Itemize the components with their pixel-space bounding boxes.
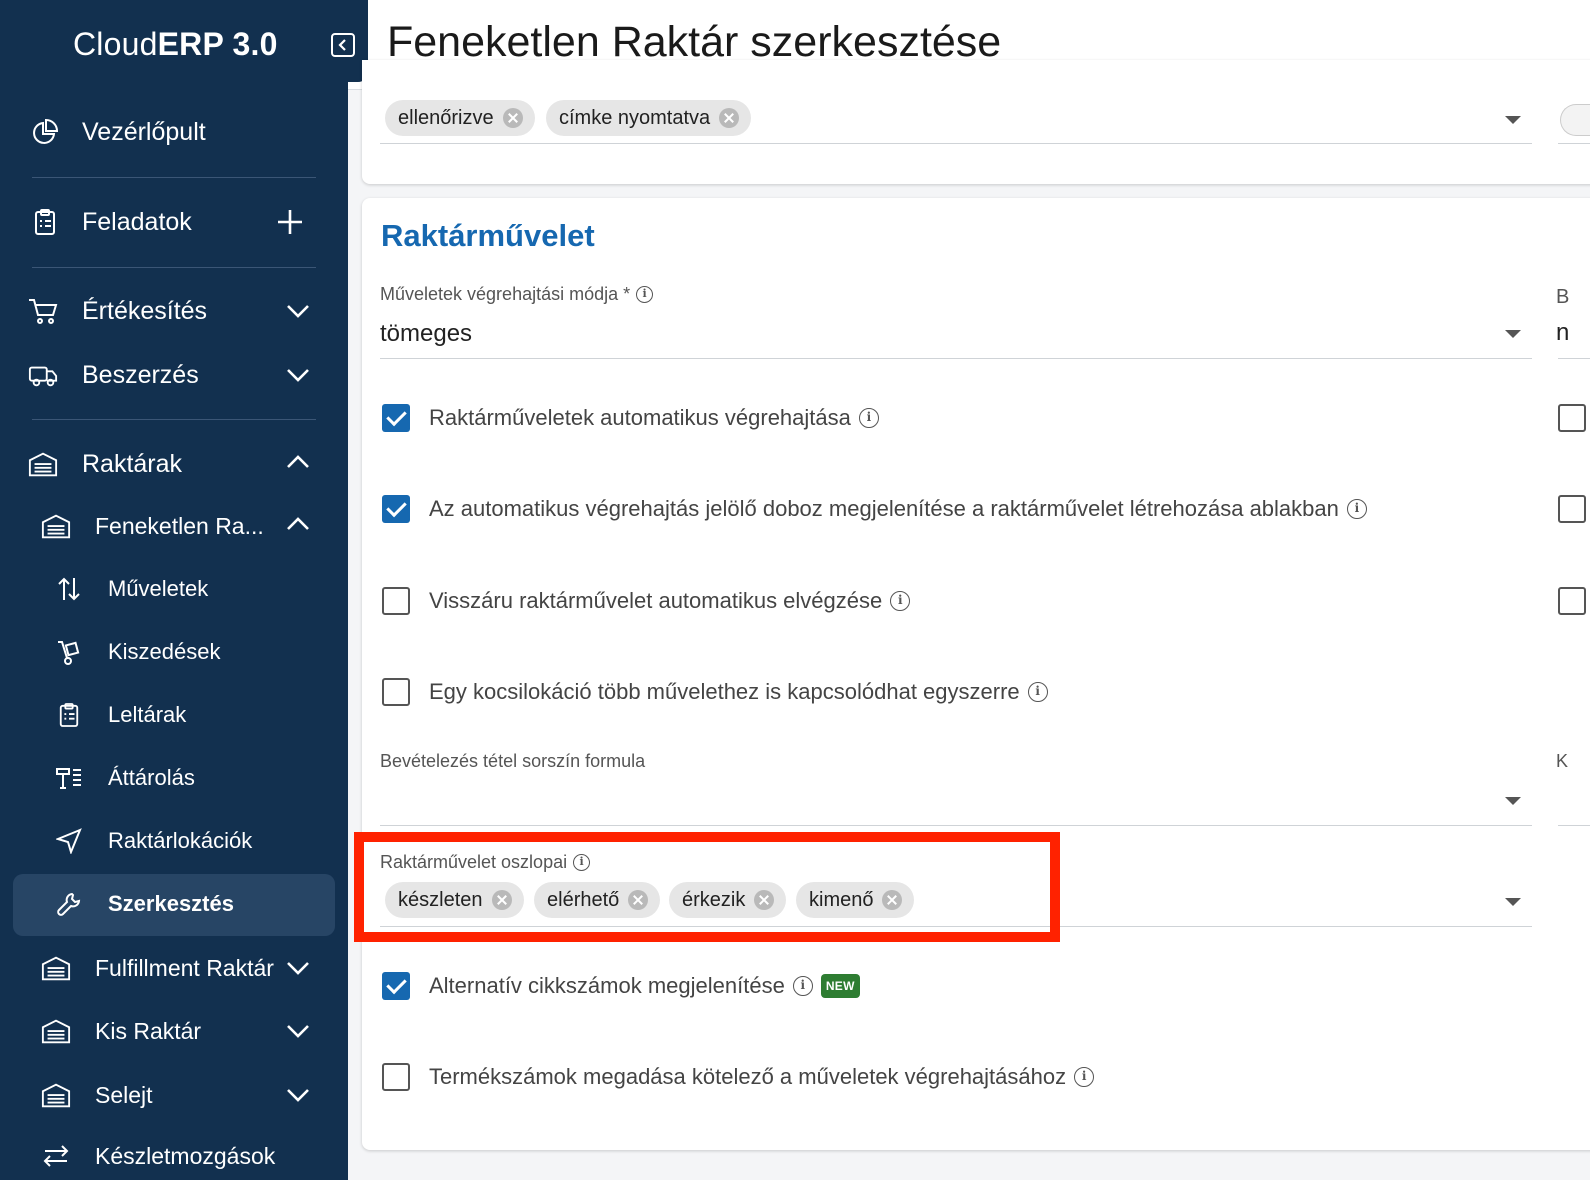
new-badge: NEW — [820, 974, 860, 998]
sidebar-item-locations[interactable]: Raktárlokációk — [0, 811, 348, 871]
sidebar-item-sales[interactable]: Értékesítés — [0, 281, 348, 341]
auto-execute-checkbox[interactable]: Raktárműveletek automatikus végrehajtása… — [382, 402, 879, 434]
sidebar-item-feneketlen[interactable]: Feneketlen Ra... — [0, 496, 348, 556]
chevron-up-icon — [287, 455, 309, 468]
info-icon[interactable]: i — [1027, 682, 1048, 702]
arrows-icon — [41, 1141, 71, 1171]
warehouse-icon — [28, 449, 58, 479]
chevron-down-icon — [287, 962, 309, 975]
info-icon[interactable]: i — [890, 591, 911, 611]
dropdown-arrow-icon[interactable] — [1505, 116, 1521, 124]
chip-tag[interactable]: címke nyomtatva — [546, 100, 752, 136]
cart-icon — [28, 296, 58, 326]
warehouse-icon — [41, 953, 71, 983]
dropdown-arrow-icon[interactable] — [1505, 797, 1521, 805]
collapse-sidebar-button[interactable] — [331, 33, 355, 57]
transfer-icon — [54, 763, 84, 793]
sidebar-item-dashboard[interactable]: Vezérlőpult — [0, 102, 348, 162]
section-title: Raktárművelet — [381, 218, 595, 253]
info-icon[interactable]: i — [858, 408, 879, 428]
sidebar-item-tasks[interactable]: Feladatok — [0, 192, 348, 252]
warehouse-icon — [41, 511, 71, 541]
show-auto-execute-checkbox[interactable]: Az automatikus végrehajtás jelölő doboz … — [382, 493, 1367, 525]
warehouse-icon — [41, 1080, 71, 1110]
pie-chart-icon — [30, 117, 60, 147]
sidebar-item-kis-raktar[interactable]: Kis Raktár — [0, 1001, 348, 1061]
location-arrow-icon — [54, 826, 84, 856]
arrows-updown-icon — [54, 574, 84, 604]
sidebar-item-fulfillment[interactable]: Fulfillment Raktár — [0, 938, 348, 998]
cart-location-checkbox[interactable]: Egy kocsilokáció több művelethez is kapc… — [382, 676, 1048, 708]
brand-logo: CloudERP 3.0 — [73, 26, 278, 62]
checkbox-unchecked[interactable] — [382, 678, 410, 706]
checkbox-unchecked[interactable] — [1558, 404, 1586, 432]
info-icon[interactable]: i — [792, 976, 813, 996]
plus-icon[interactable] — [275, 207, 305, 237]
chevron-down-icon — [287, 1089, 309, 1102]
formula-field-label: Bevételezés tétel sorszín formula — [380, 751, 646, 771]
dropdown-arrow-icon[interactable] — [1505, 330, 1521, 338]
sidebar-item-warehouses[interactable]: Raktárak — [0, 434, 348, 494]
clipboard-icon — [54, 700, 84, 730]
warehouse-operation-card — [362, 198, 1590, 1150]
checkbox-checked[interactable] — [382, 404, 410, 432]
wrench-icon — [54, 889, 84, 919]
chip-tag[interactable]: ellenőrizve — [385, 100, 535, 136]
product-number-checkbox[interactable]: Termékszámok megadása kötelező a művelet… — [382, 1061, 1095, 1093]
sidebar: CloudERP 3.0 Vezérlőpult Feladatok Érték… — [0, 0, 348, 1180]
sidebar-item-edit[interactable]: Szerkesztés — [0, 874, 348, 936]
info-icon[interactable]: i — [1346, 499, 1367, 519]
checkbox-checked[interactable] — [382, 495, 410, 523]
remove-chip-icon[interactable] — [502, 108, 523, 128]
dropdown-arrow-icon[interactable] — [1505, 898, 1521, 906]
remove-chip-icon[interactable] — [719, 108, 740, 128]
info-icon[interactable]: i — [636, 286, 654, 303]
truck-icon — [28, 360, 58, 390]
chevron-left-icon — [338, 39, 346, 51]
warehouse-icon — [41, 1016, 71, 1046]
sidebar-item-operations[interactable]: Műveletek — [0, 559, 348, 619]
checkbox-unchecked[interactable] — [382, 1063, 410, 1091]
checkbox-unchecked[interactable] — [1558, 495, 1586, 523]
checkbox-unchecked[interactable] — [1558, 587, 1586, 615]
sidebar-item-relocation[interactable]: Áttárolás — [0, 748, 348, 808]
return-auto-checkbox[interactable]: Visszáru raktárművelet automatikus elvég… — [382, 585, 911, 617]
mode-field-label: Műveletek végrehajtási módja * i — [380, 284, 654, 305]
highlight-box — [354, 832, 1060, 942]
sidebar-item-inventory[interactable]: Leltárak — [0, 685, 348, 745]
chevron-up-icon — [287, 517, 309, 530]
info-icon[interactable]: i — [1074, 1067, 1095, 1087]
alt-sku-checkbox[interactable]: Alternatív cikkszámok megjelenítése i NEW — [382, 970, 860, 1002]
chevron-down-icon — [287, 369, 309, 382]
chevron-down-icon — [287, 1025, 309, 1038]
checkbox-checked[interactable] — [382, 972, 410, 1000]
chevron-down-icon — [287, 305, 309, 318]
checkbox-unchecked[interactable] — [382, 587, 410, 615]
hand-truck-icon — [54, 637, 84, 667]
sidebar-item-stock-movements[interactable]: Készletmozgások — [0, 1126, 348, 1180]
mode-select[interactable]: tömeges — [380, 320, 472, 348]
sidebar-item-picking[interactable]: Kiszedések — [0, 622, 348, 682]
sidebar-item-purchasing[interactable]: Beszerzés — [0, 345, 348, 405]
sidebar-item-selejt[interactable]: Selejt — [0, 1065, 348, 1125]
clipboard-icon — [30, 207, 60, 237]
